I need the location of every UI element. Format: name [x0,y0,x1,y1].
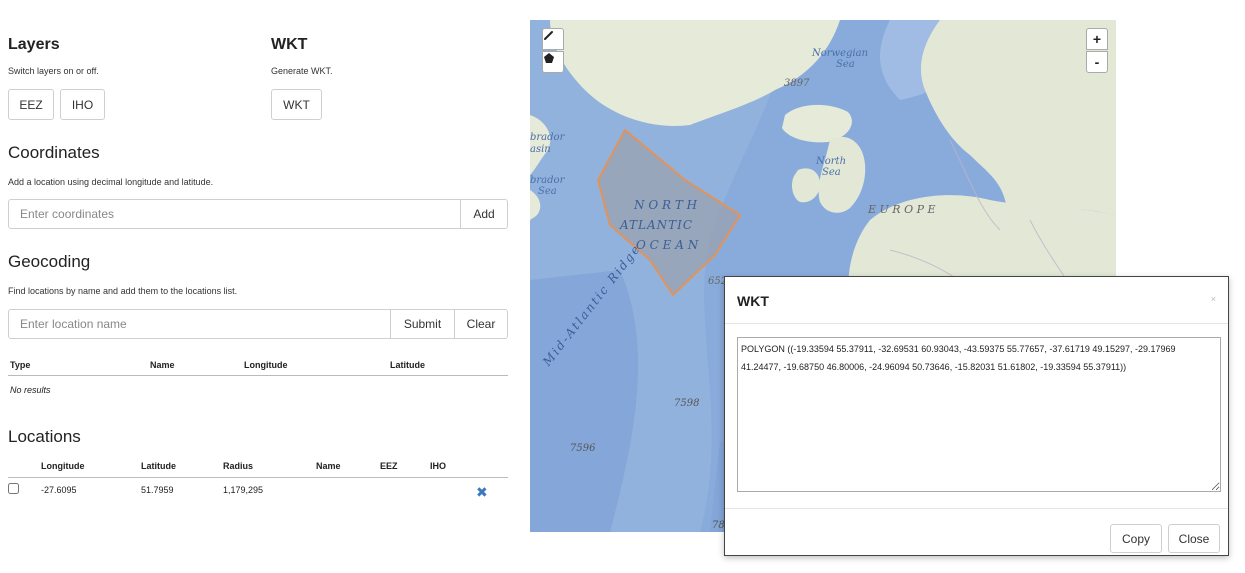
iho-layer-button[interactable]: IHO [60,89,105,120]
layers-desc: Switch layers on or off. [8,66,99,76]
map-label: brador [530,175,565,186]
add-coordinates-button[interactable]: Add [460,199,508,229]
map-label: 7598 [674,398,700,409]
modal-header-divider [725,323,1228,324]
modal-footer-divider [725,508,1228,509]
locations-header-eez: EEZ [380,461,398,471]
geocoding-desc: Find locations by name and add them to t… [8,286,238,296]
locations-header-divider [8,477,508,478]
location-radius: 1,179,295 [223,485,264,495]
geocode-header-latitude: Latitude [390,360,425,370]
map-label: asin [530,144,551,155]
map-label: Sea [836,59,855,70]
modal-title: WKT [737,293,769,309]
locations-header-iho: IHO [430,461,447,471]
wkt-title: WKT [271,36,308,53]
map-label: 7596 [570,443,596,454]
map-label: 78 [712,520,725,531]
geocode-header-type: Type [10,360,31,370]
geocode-header-longitude: Longitude [244,360,288,370]
map-label: Norwegian [812,48,869,59]
locations-header-name: Name [316,461,341,471]
remove-location-icon[interactable]: ✖ [476,484,488,501]
draw-polygon-button[interactable] [542,51,564,73]
locations-header-latitude: Latitude [141,461,176,471]
layers-title: Layers [8,36,60,53]
location-name-input[interactable] [8,309,391,339]
zoom-out-button[interactable]: - [1086,51,1108,73]
wkt-textarea[interactable]: POLYGON ((-19.33594 55.37911, -32.69531 … [737,337,1221,492]
clear-button[interactable]: Clear [454,309,508,339]
map-label: brador [530,132,565,143]
location-latitude: 51.7959 [141,485,174,495]
wkt-modal: WKT × POLYGON ((-19.33594 55.37911, -32.… [724,276,1229,556]
locations-title: Locations [8,427,81,446]
left-panel: Layers Switch layers on or off. EEZ IHO … [0,0,520,573]
geocode-header-divider [8,375,508,376]
geocode-header-name: Name [150,360,175,370]
draw-line-button[interactable] [542,28,564,50]
pentagon-icon [544,53,554,63]
zoom-in-button[interactable]: + [1086,28,1108,50]
coordinates-title: Coordinates [8,143,100,162]
location-longitude: -27.6095 [41,485,77,495]
submit-button[interactable]: Submit [390,309,455,339]
location-row-checkbox[interactable] [8,483,19,494]
map-label: Sea [822,167,841,178]
locations-header-radius: Radius [223,461,254,471]
geocode-no-results: No results [10,385,51,395]
map-label: O C E A N [636,238,699,252]
eez-layer-button[interactable]: EEZ [8,89,54,120]
map-label: N O R T H [634,198,698,212]
map-label: ATLANTIC [620,218,694,232]
close-button[interactable]: Close [1168,524,1220,553]
map-label: 3897 [784,78,810,89]
locations-header-longitude: Longitude [41,461,85,471]
geocoding-title: Geocoding [8,252,91,271]
coordinates-input[interactable] [8,199,461,229]
close-icon[interactable]: × [1211,294,1216,304]
map-label: E U R O P E [868,203,936,216]
coordinates-desc: Add a location using decimal longitude a… [8,177,214,187]
map-label: Sea [538,186,557,197]
map-label: North [816,156,847,167]
copy-button[interactable]: Copy [1110,524,1162,553]
wkt-desc: Generate WKT. [271,66,333,76]
generate-wkt-button[interactable]: WKT [271,89,322,120]
pencil-icon [544,31,553,40]
